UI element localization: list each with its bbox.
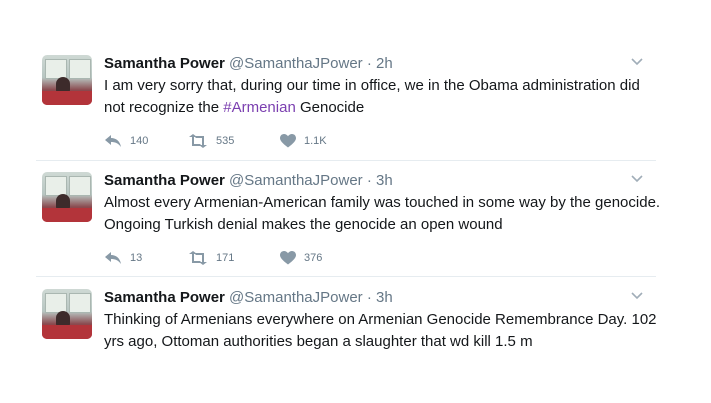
like-count: 376 <box>304 252 323 264</box>
tweet-text-body: Thinking of Armenians everywhere on Arme… <box>104 311 657 350</box>
tweet-text: I am very sorry that, during our time in… <box>104 75 664 119</box>
tweet-text: Almost every Armenian-American family wa… <box>104 192 664 236</box>
tweet-header: Samantha Power @SamanthaJPower · 3h <box>104 289 393 307</box>
tweet-header: Samantha Power @SamanthaJPower · 3h <box>104 172 393 190</box>
heart-icon <box>280 134 296 148</box>
author-handle[interactable]: @SamanthaJPower <box>229 55 363 72</box>
tweet-text-body: I am very sorry that, during our time in… <box>104 77 640 116</box>
author-name[interactable]: Samantha Power <box>104 289 225 306</box>
avatar[interactable] <box>42 55 92 105</box>
like-button[interactable]: 376 <box>280 250 322 266</box>
reply-count: 140 <box>130 135 149 147</box>
separator: · <box>366 172 372 189</box>
author-name[interactable]: Samantha Power <box>104 172 225 189</box>
tweet[interactable]: Samantha Power @SamanthaJPower · 3h Almo… <box>0 172 711 272</box>
avatar[interactable] <box>42 289 92 339</box>
separator: · <box>366 289 372 306</box>
retweet-icon <box>189 134 207 148</box>
tweet-header: Samantha Power @SamanthaJPower · 2h <box>104 55 393 73</box>
tweet-text-body: Almost every Armenian-American family wa… <box>104 194 661 233</box>
reply-button[interactable]: 140 <box>104 133 148 149</box>
avatar[interactable] <box>42 172 92 222</box>
tweet-text: Thinking of Armenians everywhere on Arme… <box>104 309 664 353</box>
tweet[interactable]: Samantha Power @SamanthaJPower · 2h I am… <box>0 55 711 155</box>
reply-icon <box>105 252 121 264</box>
reply-icon <box>105 135 121 147</box>
tweet-divider <box>36 160 656 161</box>
retweet-icon <box>189 251 207 265</box>
retweet-button[interactable]: 171 <box>188 250 234 266</box>
like-button[interactable]: 1.1K <box>280 133 327 149</box>
retweet-button[interactable]: 535 <box>188 133 234 149</box>
author-handle[interactable]: @SamanthaJPower <box>229 289 363 306</box>
heart-icon <box>280 251 296 265</box>
tweet-divider <box>36 276 656 277</box>
separator: · <box>366 55 372 72</box>
tweet[interactable]: Samantha Power @SamanthaJPower · 3h Thin… <box>0 289 711 389</box>
chevron-down-icon[interactable] <box>630 57 644 67</box>
author-handle[interactable]: @SamanthaJPower <box>229 172 363 189</box>
timestamp[interactable]: 2h <box>376 55 393 72</box>
author-name[interactable]: Samantha Power <box>104 55 225 72</box>
tweet-text-tail: Genocide <box>295 99 365 116</box>
chevron-down-icon[interactable] <box>630 174 644 184</box>
like-count: 1.1K <box>304 135 327 147</box>
reply-button[interactable]: 13 <box>104 250 142 266</box>
timestamp[interactable]: 3h <box>376 172 393 189</box>
hashtag-link[interactable]: #Armenian <box>223 99 296 116</box>
retweet-count: 535 <box>216 135 235 147</box>
chevron-down-icon[interactable] <box>630 291 644 301</box>
retweet-count: 171 <box>216 252 235 264</box>
reply-count: 13 <box>130 252 143 264</box>
timestamp[interactable]: 3h <box>376 289 393 306</box>
